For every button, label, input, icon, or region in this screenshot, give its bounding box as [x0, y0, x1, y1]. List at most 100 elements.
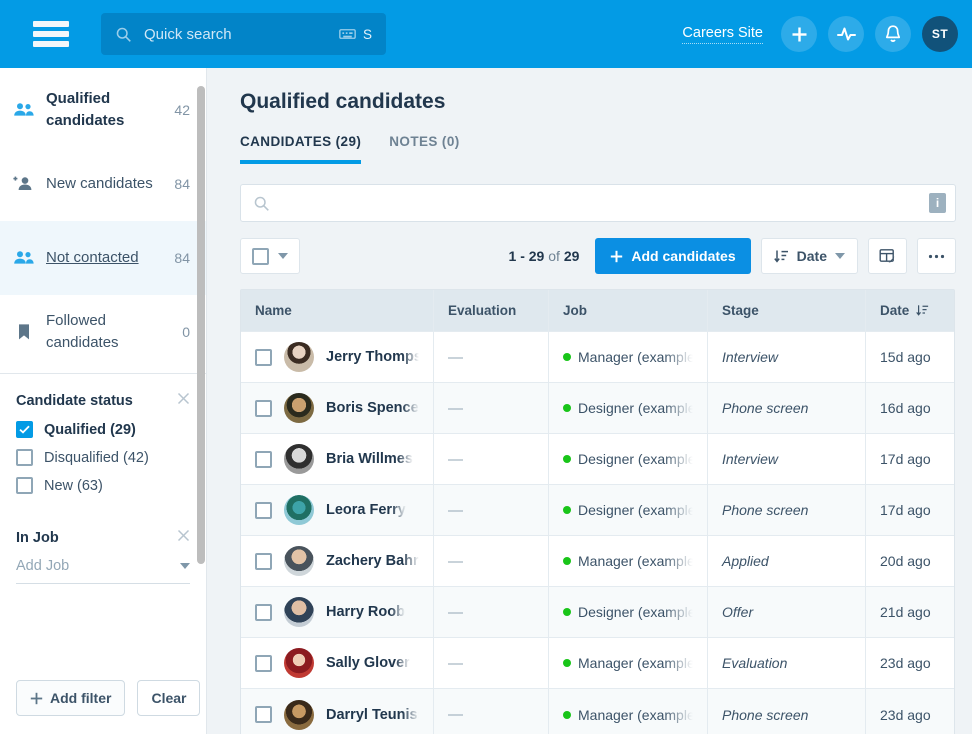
filter-option-qualified[interactable]: Qualified (29) [16, 421, 190, 438]
hamburger-menu-icon[interactable] [33, 21, 69, 47]
job-name[interactable]: Designer (example) [578, 400, 693, 416]
column-header-name[interactable]: Name [241, 290, 434, 331]
add-candidates-button[interactable]: Add candidates [595, 238, 751, 274]
add-filter-button[interactable]: Add filter [16, 680, 126, 716]
checkbox-icon [16, 477, 33, 494]
cell-evaluation: — [434, 638, 549, 688]
quick-search-placeholder: Quick search [144, 25, 232, 43]
user-avatar[interactable]: ST [922, 16, 958, 52]
table-row[interactable]: Darryl Teunissen — Manager (example) Phone … [241, 689, 954, 734]
tab-notes[interactable]: NOTES (0) [389, 134, 459, 164]
candidate-search-input[interactable] [280, 195, 929, 211]
row-checkbox[interactable] [255, 706, 272, 723]
sidebar-item-new-candidates[interactable]: New candidates 84 [0, 147, 206, 221]
table-row[interactable]: Jerry Thompson — Manager (example) Intervie… [241, 332, 954, 383]
plus-icon [30, 692, 43, 704]
sidebar-item-qualified-candidates[interactable]: Qualified candidates 42 [0, 73, 206, 147]
sidebar-item-count: 84 [174, 250, 190, 266]
more-options-button[interactable] [917, 238, 956, 274]
cell-stage: Phone screen [708, 689, 866, 734]
column-header-evaluation[interactable]: Evaluation [434, 290, 549, 331]
sidebar-item-label: Qualified candidates [46, 90, 125, 129]
cell-job: Designer (example) [549, 485, 708, 535]
candidate-name-link[interactable]: Bria Willmes [326, 451, 413, 467]
careers-site-link[interactable]: Careers Site [682, 25, 763, 44]
job-status-dot [563, 608, 571, 616]
cell-date: 23d ago [866, 638, 954, 688]
table-row[interactable]: Sally Glover — Manager (example) Evaluation… [241, 638, 954, 689]
table-row[interactable]: Leora Ferry — Designer (example) Phone scre… [241, 485, 954, 536]
stage-value: Interview [722, 451, 779, 467]
table-body: Jerry Thompson — Manager (example) Intervie… [241, 332, 954, 734]
sidebar-scrollbar[interactable] [197, 86, 205, 564]
candidate-name-link[interactable]: Boris Spencer [326, 400, 419, 416]
row-checkbox[interactable] [255, 399, 272, 417]
clear-label: Clear [151, 690, 187, 706]
search-info-icon[interactable]: i [929, 193, 946, 213]
sidebar-item-label: Followed candidates [46, 312, 119, 351]
row-checkbox[interactable] [255, 450, 272, 468]
chevron-down-icon [278, 253, 288, 259]
table-header-row: Name Evaluation Job Stage Date [241, 290, 954, 332]
candidate-name-link[interactable]: Sally Glover [326, 655, 410, 671]
candidate-name-link[interactable]: Leora Ferry [326, 502, 406, 518]
sidebar-item-followed-candidates[interactable]: Followed candidates 0 [0, 295, 206, 369]
job-name[interactable]: Manager (example) [578, 707, 693, 723]
cell-date: 15d ago [866, 332, 954, 382]
sidebar-item-not-contacted[interactable]: Not contacted 84 [0, 221, 206, 295]
notifications-button[interactable] [875, 16, 911, 52]
cell-name: Harry Roob [241, 587, 434, 637]
quick-search-input[interactable]: Quick search S [101, 13, 386, 55]
stage-value: Offer [722, 604, 754, 620]
column-header-stage[interactable]: Stage [708, 290, 866, 331]
filter-option-disqualified[interactable]: Disqualified (42) [16, 449, 190, 466]
table-row[interactable]: Bria Willmes — Designer (example) Interview… [241, 434, 954, 485]
sidebar: Qualified candidates 42 New candidates 8… [0, 68, 207, 734]
job-name[interactable]: Manager (example) [578, 553, 693, 569]
clear-filters-button[interactable]: Clear [137, 680, 201, 716]
job-name[interactable]: Manager (example) [578, 349, 693, 365]
candidate-name-link[interactable]: Harry Roob [326, 604, 405, 620]
row-checkbox[interactable] [255, 501, 272, 519]
search-icon [254, 196, 269, 211]
filter-option-new[interactable]: New (63) [16, 477, 190, 494]
table-row[interactable]: Boris Spencer — Designer (example) Phone sc… [241, 383, 954, 434]
job-name[interactable]: Designer (example) [578, 604, 693, 620]
add-button[interactable] [781, 16, 817, 52]
avatar [284, 444, 314, 474]
cell-date: 17d ago [866, 434, 954, 484]
add-candidates-label: Add candidates [631, 248, 736, 264]
row-checkbox[interactable] [255, 603, 272, 621]
table-row[interactable]: Harry Roob — Designer (example) Offer 21d ag… [241, 587, 954, 638]
date-value: 23d ago [880, 706, 931, 723]
candidate-name-link[interactable]: Jerry Thompson [326, 349, 419, 365]
cell-evaluation: — [434, 689, 549, 734]
column-header-job[interactable]: Job [549, 290, 708, 331]
select-all-dropdown[interactable] [240, 238, 300, 274]
tab-candidates[interactable]: CANDIDATES (29) [240, 134, 362, 164]
add-job-select[interactable]: Add Job [16, 558, 190, 584]
cell-stage: Applied [708, 536, 866, 586]
pulse-icon [836, 27, 856, 41]
row-checkbox[interactable] [255, 654, 272, 672]
edit-columns-button[interactable] [868, 238, 907, 274]
candidate-name-link[interactable]: Zachery Bahringer [326, 553, 419, 569]
activity-button[interactable] [828, 16, 864, 52]
sort-by-date-button[interactable]: Date [760, 238, 858, 274]
quick-search-shortcut: S [362, 26, 372, 42]
table-row[interactable]: Zachery Bahringer — Manager (example) Appli… [241, 536, 954, 587]
job-name[interactable]: Manager (example) [578, 655, 693, 671]
column-header-date[interactable]: Date [866, 290, 954, 331]
job-status-dot [563, 710, 571, 719]
row-checkbox[interactable] [255, 348, 272, 366]
cell-evaluation: — [434, 332, 549, 382]
row-checkbox[interactable] [255, 552, 272, 570]
close-icon[interactable] [177, 529, 190, 547]
close-icon[interactable] [177, 392, 190, 410]
job-name[interactable]: Designer (example) [578, 451, 693, 467]
job-name[interactable]: Designer (example) [578, 502, 693, 518]
select-all-checkbox[interactable] [252, 247, 269, 265]
candidates-table: Name Evaluation Job Stage Date Jerry Tho… [240, 289, 955, 734]
candidate-name-link[interactable]: Darryl Teunissen [326, 707, 419, 723]
content-tabs: CANDIDATES (29) NOTES (0) [240, 134, 956, 164]
